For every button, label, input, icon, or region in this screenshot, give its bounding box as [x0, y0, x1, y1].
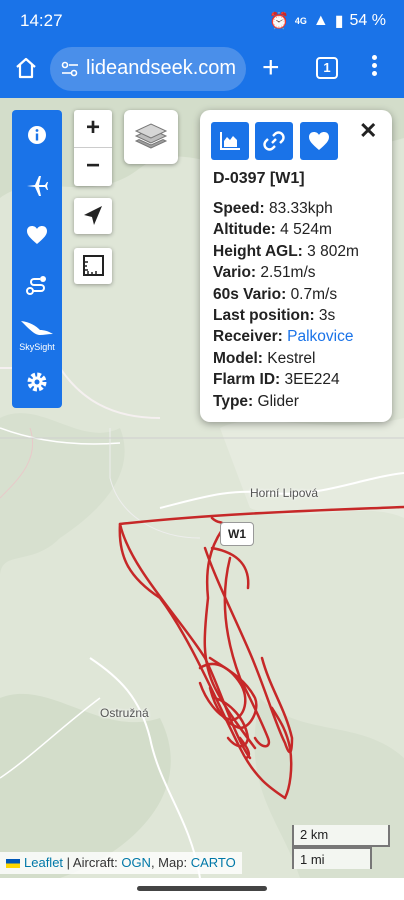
address-bar[interactable]: lideandseek.com [50, 47, 246, 91]
aircraft-info-popup: ✕ D-0397 [W1] Speed: 83.33kph Altitude: … [200, 110, 392, 422]
receiver-link[interactable]: Palkovice [287, 328, 353, 345]
info-icon [28, 126, 46, 144]
status-bar: 14:27 ⏰ 4G ▲ ▮ 54 % [0, 0, 404, 42]
detail-60s-vario: 60s Vario: 0.7m/s [213, 285, 338, 303]
skysight-label: SkySight [19, 342, 55, 352]
alarm-icon: ⏰ [268, 13, 289, 30]
tab-switcher-button[interactable]: 1 [316, 57, 338, 79]
map-label-horni-lipova: Horní Lipová [250, 486, 319, 500]
settings-button[interactable] [12, 362, 62, 402]
detail-last-position: Last position: 3s [213, 307, 336, 325]
more-menu-icon[interactable] [372, 55, 380, 79]
browser-toolbar: lideandseek.com + 1 [0, 42, 404, 98]
aircraft-marker-label[interactable]: W1 [220, 522, 254, 546]
altitude-chart-button[interactable] [211, 122, 249, 160]
locate-button[interactable] [74, 198, 112, 234]
system-nav-bar [0, 878, 404, 900]
layers-button[interactable] [124, 110, 178, 164]
chart-icon [220, 132, 240, 150]
url-text: lideandseek.com [86, 57, 237, 79]
detail-speed: Speed: 83.33kph [213, 200, 333, 217]
status-time: 14:27 [20, 11, 63, 30]
aircraft-details: Speed: 83.33kph Altitude: 4 524m Height … [213, 198, 359, 412]
measure-button[interactable] [74, 248, 112, 284]
heart-icon [27, 226, 47, 244]
scale-metric: 2 km [292, 825, 390, 847]
network-indicator: 4G [294, 16, 307, 26]
aircraft-list-button[interactable] [12, 165, 62, 205]
signal-icon: ▲ [312, 12, 329, 29]
detail-model: Model: Kestrel [213, 349, 316, 367]
home-gesture-pill[interactable] [137, 886, 267, 891]
map-sidebar: SkySight [12, 110, 62, 408]
favorites-button[interactable] [12, 215, 62, 255]
favorite-aircraft-button[interactable] [300, 122, 338, 160]
route-icon [26, 276, 46, 295]
aircraft-title: D-0397 [W1] [213, 170, 305, 187]
battery-level: 54 % [349, 12, 386, 29]
leaflet-link[interactable]: Leaflet [24, 855, 63, 870]
carto-link[interactable]: CARTO [191, 855, 236, 870]
map-label-ostruzna: Ostružná [100, 706, 149, 720]
gear-icon [27, 372, 47, 392]
detail-type: Type: Glider [213, 392, 299, 410]
zoom-in-button[interactable]: + [74, 110, 112, 148]
battery-icon: ▮ [334, 13, 344, 30]
share-link-button[interactable] [255, 122, 293, 160]
home-icon[interactable] [14, 56, 38, 80]
link-icon [263, 131, 285, 151]
route-button[interactable] [12, 265, 62, 305]
detail-flarm-id: Flarm ID: 3EE224 [213, 371, 340, 389]
new-tab-button[interactable]: + [262, 51, 280, 85]
map-attribution: Leaflet | Aircraft: OGN, Map: CARTO [0, 852, 242, 874]
ruler-icon [83, 255, 104, 276]
detail-vario: Vario: 2.51m/s [213, 264, 316, 282]
airplane-icon [27, 176, 48, 196]
detail-altitude: Altitude: 4 524m [213, 221, 332, 239]
detail-receiver: Receiver: Palkovice [213, 328, 354, 346]
zoom-control: + − [74, 110, 112, 186]
info-button[interactable] [12, 115, 62, 155]
detail-height-agl: Height AGL: 3 802m [213, 242, 359, 260]
scale-imperial: 1 mi [292, 847, 372, 869]
navigation-arrow-icon [84, 206, 102, 225]
layers-icon [134, 123, 168, 149]
ukraine-flag-icon [6, 859, 20, 868]
bird-icon [21, 321, 53, 335]
heart-icon [309, 132, 329, 150]
site-settings-icon[interactable] [61, 61, 79, 77]
ogn-link[interactable]: OGN [121, 855, 151, 870]
close-icon[interactable]: ✕ [359, 118, 377, 144]
zoom-out-button[interactable]: − [74, 148, 112, 186]
